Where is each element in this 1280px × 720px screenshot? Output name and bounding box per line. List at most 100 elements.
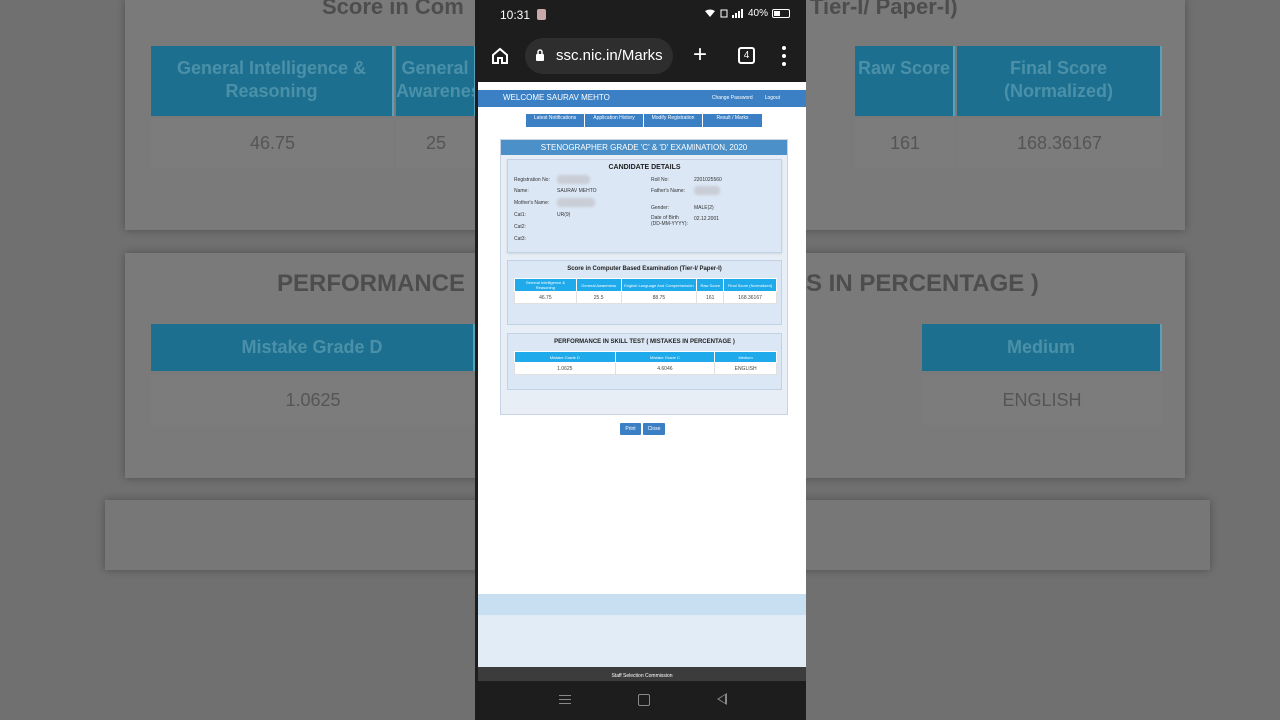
- action-buttons: Print Close: [620, 423, 665, 435]
- dob-format: (DD-MM-YYYY):: [651, 221, 688, 227]
- new-tab-button[interactable]: +: [693, 43, 707, 67]
- battery-icon: [772, 9, 790, 18]
- score-title: Score in Computer Based Examination (Tie…: [567, 266, 722, 272]
- tab-latest-notifications[interactable]: Latest Notifications: [526, 114, 585, 127]
- bg-score-title-right: Tier-I/ Paper-I): [810, 0, 958, 19]
- notification-icon: [537, 9, 546, 20]
- perf-value-grade-d: 1.0625: [514, 362, 616, 375]
- mother-value-redacted: [557, 198, 595, 207]
- wifi-icon: [704, 9, 715, 17]
- registration-label: Registration No:: [514, 177, 550, 183]
- tab-modify-registration[interactable]: Modify Registration: [644, 114, 703, 127]
- bg-value-raw: 161: [855, 118, 955, 168]
- bg-header-final-score: Final Score (Normalized): [957, 46, 1162, 116]
- lock-icon: [536, 49, 544, 61]
- nav-tabs: Latest Notifications Application History…: [526, 114, 762, 127]
- change-password-link[interactable]: Change Password: [712, 95, 753, 101]
- menu-icon[interactable]: [782, 46, 786, 66]
- bg-value-final: 168.36167: [957, 118, 1162, 168]
- perf-value-medium: ENGLISH: [714, 362, 777, 375]
- web-page: WELCOME SAURAV MEHTO Change Password Log…: [478, 82, 806, 681]
- perf-value-grade-c: 4.6046: [614, 362, 716, 375]
- phone-screen: 10:31 40% ssc.nic.in/Marks + 4 WELCOME S…: [475, 0, 806, 720]
- logout-link[interactable]: Logout: [765, 95, 780, 101]
- father-value-redacted: [694, 186, 720, 195]
- score-value-reasoning: 46.75: [514, 291, 577, 304]
- perf-header-grade-d: Mistake Grade D: [514, 351, 616, 363]
- bg-value-awareness: 25: [396, 118, 476, 168]
- welcome-bar: WELCOME SAURAV MEHTO Change Password Log…: [478, 90, 806, 107]
- performance-section: PERFORMANCE IN SKILL TEST ( MISTAKES IN …: [507, 333, 782, 390]
- footer-band-top: [478, 594, 806, 615]
- bg-value-grade-d: 1.0625: [151, 375, 475, 425]
- registration-value-redacted: [557, 175, 590, 184]
- score-value-english: 88.75: [620, 291, 698, 304]
- score-value-final: 168.36167: [723, 291, 777, 304]
- tab-switcher-button[interactable]: 4: [738, 47, 755, 64]
- back-icon[interactable]: [717, 693, 727, 705]
- gender-label: Gender:: [651, 205, 670, 211]
- signal-icon: [731, 9, 743, 18]
- name-value: SAURAV MEHTO: [557, 188, 597, 194]
- score-header-row: General Intelligence & Reasoning General…: [514, 278, 777, 292]
- tab-application-history[interactable]: Application History: [585, 114, 644, 127]
- exam-title: STENOGRAPHER GRADE 'C' & 'D' EXAMINATION…: [501, 140, 787, 155]
- score-value-row: 46.75 25.5 88.75 161 168.36167: [514, 291, 777, 304]
- status-icons: 40%: [704, 8, 790, 19]
- score-header-raw: Raw Score: [696, 278, 725, 292]
- battery-percent: 40%: [747, 8, 768, 19]
- performance-header-row: Mistake Grade D Mistake Grade C Medium: [514, 351, 777, 363]
- cat1-label: Cat1:: [514, 212, 526, 218]
- score-header-awareness: General Awareness: [575, 278, 622, 292]
- bg-header-grade-d: Mistake Grade D: [151, 324, 475, 371]
- bg-performance-title-right: S IN PERCENTAGE ): [806, 270, 1039, 297]
- candidate-details-title: CANDIDATE DETAILS: [608, 164, 681, 171]
- status-time: 10:31: [500, 8, 531, 22]
- footer-band: [478, 615, 806, 667]
- mother-label: Mother's Name:: [514, 200, 550, 206]
- father-label: Father's Name:: [651, 188, 686, 194]
- bg-value-reasoning: 46.75: [151, 118, 394, 168]
- dob-value: 02.12.2001: [694, 216, 720, 222]
- close-button[interactable]: Close: [643, 423, 665, 435]
- perf-header-medium: Medium: [714, 351, 777, 363]
- bg-header-raw-score: Raw Score: [855, 46, 955, 116]
- url-text: ssc.nic.in/Marks: [556, 47, 663, 64]
- bg-header-medium: Medium: [922, 324, 1162, 371]
- page-top-strip: [478, 82, 806, 90]
- bg-header-reasoning: General Intelligence & Reasoning: [151, 46, 394, 116]
- candidate-details: CANDIDATE DETAILS Registration No: Roll …: [507, 159, 782, 253]
- cat1-value: UR(9): [557, 212, 571, 218]
- address-bar[interactable]: ssc.nic.in/Marks: [525, 38, 673, 74]
- score-table: General Intelligence & Reasoning General…: [514, 278, 777, 304]
- bg-performance-title-left: PERFORMANCE: [277, 270, 466, 297]
- bg-value-medium: ENGLISH: [922, 375, 1162, 425]
- cat3-label: Cat3:: [514, 236, 526, 242]
- browser-toolbar: ssc.nic.in/Marks + 4: [475, 30, 806, 82]
- performance-value-row: 1.0625 4.6046 ENGLISH: [514, 362, 777, 375]
- footer-text: Staff Selection Commission: [478, 667, 806, 681]
- system-nav-bar: [475, 681, 806, 720]
- performance-title: PERFORMANCE IN SKILL TEST ( MISTAKES IN …: [554, 339, 735, 345]
- home-square-icon[interactable]: [638, 694, 650, 706]
- vibrate-icon: [720, 9, 728, 18]
- score-header-final: Final Score (Normalized): [723, 278, 777, 292]
- recent-apps-icon[interactable]: [559, 695, 571, 705]
- perf-header-grade-c: Mistake Grade C: [614, 351, 716, 363]
- score-header-english: English Language And Comprehension: [620, 278, 698, 292]
- print-button[interactable]: Print: [620, 423, 641, 435]
- bg-score-title-left: Score in Com: [322, 0, 464, 19]
- home-icon[interactable]: [490, 46, 510, 66]
- tab-result-marks[interactable]: Result / Marks: [703, 114, 762, 127]
- cat2-label: Cat2:: [514, 224, 526, 230]
- score-header-reasoning: General Intelligence & Reasoning: [514, 278, 577, 292]
- score-value-raw: 161: [696, 291, 725, 304]
- roll-label: Roll No:: [651, 177, 669, 183]
- status-bar: 10:31 40%: [475, 0, 806, 30]
- bg-header-awareness: General Awareness: [396, 46, 476, 116]
- name-label: Name:: [514, 188, 529, 194]
- score-section: Score in Computer Based Examination (Tie…: [507, 260, 782, 325]
- performance-table: Mistake Grade D Mistake Grade C Medium 1…: [514, 351, 777, 375]
- result-panel: STENOGRAPHER GRADE 'C' & 'D' EXAMINATION…: [500, 139, 788, 415]
- gender-value: MALE(2): [694, 205, 714, 211]
